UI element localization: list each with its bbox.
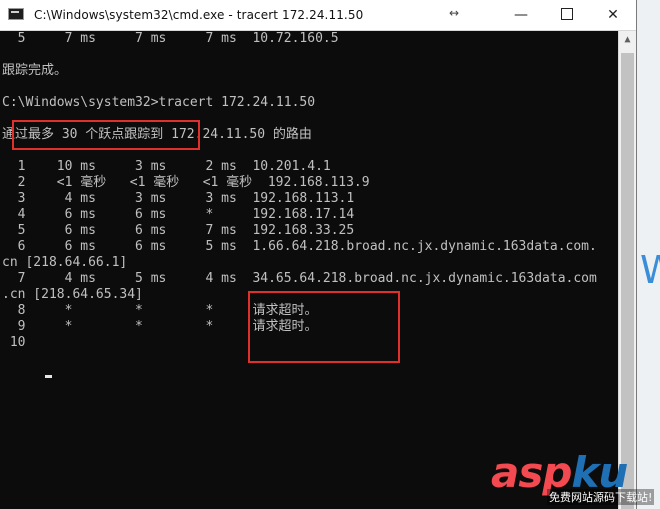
console-line: 6 6 ms 6 ms 5 ms 1.66.64.218.broad.nc.jx… — [2, 239, 597, 254]
maximize-button[interactable] — [544, 0, 590, 30]
console-line: 7 4 ms 5 ms 4 ms 34.65.64.218.broad.nc.j… — [2, 271, 597, 286]
console-line: 2 <1 毫秒 <1 毫秒 <1 毫秒 192.168.113.9 — [2, 175, 370, 190]
cmd-icon — [8, 8, 24, 20]
console-line: cn [218.64.66.1] — [2, 255, 128, 270]
text-cursor — [45, 375, 52, 378]
console-output[interactable]: 5 7 ms 7 ms 7 ms 10.72.160.5 跟踪完成。 C:\Wi… — [0, 31, 618, 509]
console-line: 跟踪完成。 — [2, 63, 68, 78]
console-line: 3 4 ms 3 ms 3 ms 192.168.113.1 — [2, 191, 355, 206]
highlight-box-timeout — [248, 291, 400, 363]
background-letter: W — [640, 248, 660, 292]
window-title: C:\Windows\system32\cmd.exe - tracert 17… — [34, 8, 364, 22]
highlight-box-header — [12, 120, 200, 150]
title-bar[interactable]: C:\Windows\system32\cmd.exe - tracert 17… — [0, 0, 636, 31]
maximize-icon — [561, 8, 573, 20]
console-line: 10 — [2, 335, 26, 350]
close-button[interactable]: ✕ — [590, 0, 636, 30]
console-line: 5 7 ms 7 ms 7 ms 10.72.160.5 — [2, 31, 339, 46]
cmd-window[interactable]: C:\Windows\system32\cmd.exe - tracert 17… — [0, 0, 636, 509]
scroll-up-arrow-icon[interactable]: ▲ — [619, 31, 636, 49]
scroll-thumb[interactable] — [621, 53, 634, 509]
watermark-subtitle: 免费网站源码下载站! — [547, 489, 655, 505]
vertical-scrollbar[interactable]: ▲ — [618, 31, 636, 509]
resize-icon: ↔ — [449, 6, 460, 20]
console-line: 4 6 ms 6 ms * 192.168.17.14 — [2, 207, 355, 222]
console-line: 1 10 ms 3 ms 2 ms 10.201.4.1 — [2, 159, 331, 174]
console-line: 5 6 ms 6 ms 7 ms 192.168.33.25 — [2, 223, 355, 238]
console-line: C:\Windows\system32>tracert 172.24.11.50 — [2, 95, 316, 110]
console-line: .cn [218.64.65.34] — [2, 287, 143, 302]
minimize-button[interactable]: — — [498, 0, 544, 30]
